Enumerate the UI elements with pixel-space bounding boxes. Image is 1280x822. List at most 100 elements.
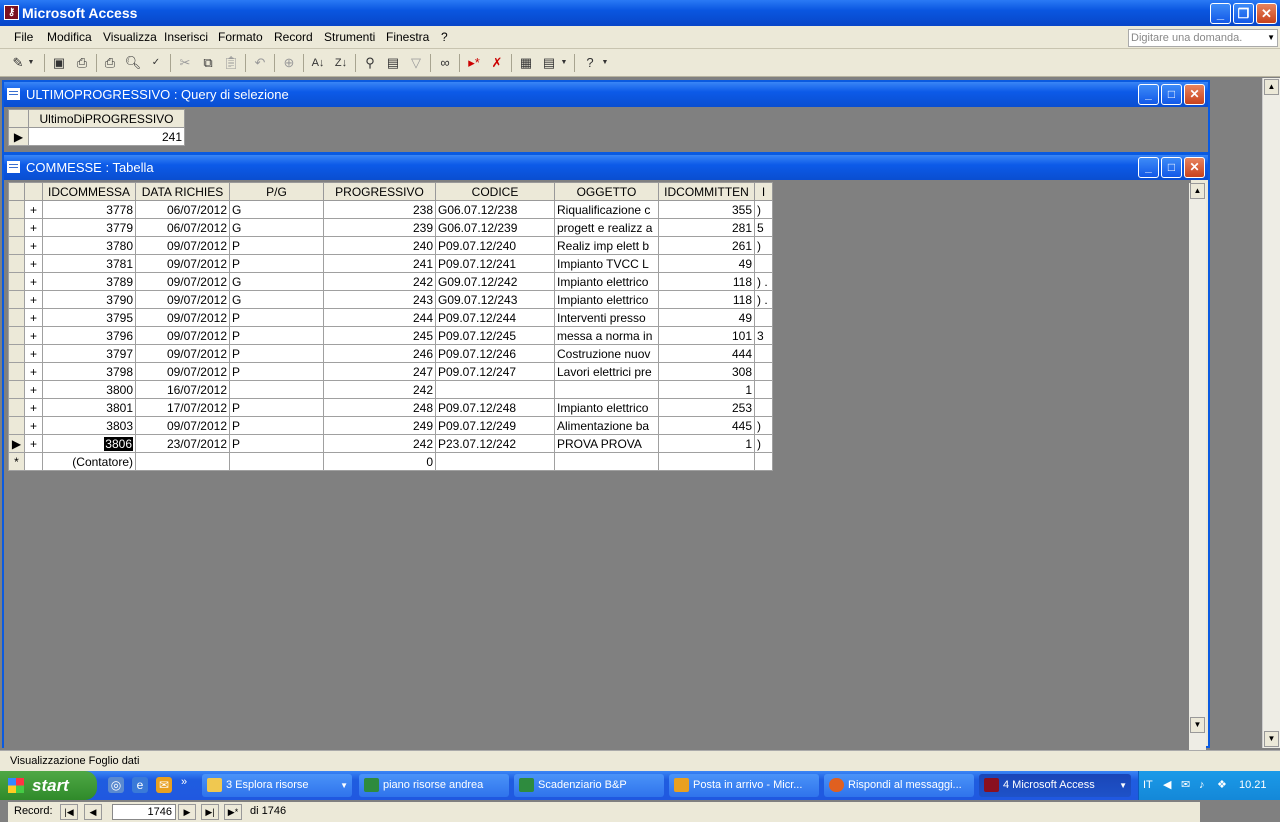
cell-codice[interactable]: P23.07.12/242 [435,434,555,453]
undo-icon[interactable]: ↶ [250,53,270,73]
cell-progressivo[interactable]: 243 [323,290,436,309]
expand-plus-icon[interactable]: + [24,362,43,381]
expand-plus-icon[interactable]: + [24,380,43,399]
cell-idcommessa[interactable]: 3801 [42,398,136,417]
expand-plus-icon[interactable]: + [24,290,43,309]
cell-pg[interactable] [229,380,324,399]
first-record-icon[interactable]: |◀ [60,804,78,820]
expand-plus-icon[interactable]: + [24,308,43,327]
task-outlook[interactable]: Posta in arrivo - Micr... [669,774,819,797]
desktop-icon[interactable]: ◎ [108,777,124,793]
table-row[interactable]: +3780 09/07/2012 P 240 P09.07.12/240 Realiz i… [8,236,773,255]
cell-data-richies[interactable]: 09/07/2012 [135,308,230,327]
cell-codice[interactable]: P09.07.12/248 [435,398,555,417]
cell-data-richies[interactable]: 09/07/2012 [135,326,230,345]
cell-codice[interactable]: P09.07.12/246 [435,344,555,363]
row-selector[interactable] [8,218,25,237]
current-record-input[interactable]: 1746 [112,804,176,820]
cell-idcommessa[interactable]: 3798 [42,362,136,381]
expand-plus-icon[interactable]: + [24,254,43,273]
table-window-title-bar[interactable]: COMMESSE : Tabella _ □ ✕ [4,155,1208,180]
menu-finestra[interactable]: Finestra [386,30,429,44]
column-header-pg[interactable]: P/G [229,182,324,201]
cell-oggetto[interactable]: Impianto elettrico [554,290,659,309]
cell-extra[interactable] [754,452,773,471]
cell-codice[interactable]: P09.07.12/240 [435,236,555,255]
task-firefox[interactable]: Rispondi al messaggi... [824,774,974,797]
cell-oggetto[interactable]: PROVA PROVA [554,434,659,453]
table-row[interactable]: +3803 09/07/2012 P 249 P09.07.12/249 Alimenta… [8,416,773,435]
cell-pg[interactable]: G [229,218,324,237]
menu-formato[interactable]: Formato [218,30,263,44]
cell-pg[interactable]: P [229,308,324,327]
cell-codice[interactable]: G09.07.12/243 [435,290,555,309]
new-record-icon[interactable]: * [8,452,25,471]
row-selector[interactable] [8,326,25,345]
expand-cell[interactable] [24,452,43,471]
previous-record-icon[interactable]: ◀ [84,804,102,820]
cell-progressivo[interactable]: 248 [323,398,436,417]
close-button[interactable]: ✕ [1256,3,1277,24]
cell-oggetto[interactable]: messa a norma in [554,326,659,345]
cell-data-richies[interactable]: 09/07/2012 [135,344,230,363]
task-explorer[interactable]: 3 Esplora risorse ▼ [202,774,352,797]
table-maximize-button[interactable]: □ [1161,157,1182,178]
cell-codice[interactable] [435,380,555,399]
cell-idcommessa[interactable]: 3789 [42,272,136,291]
cell-pg[interactable]: G [229,272,324,291]
table-row[interactable]: +3790 09/07/2012 G 243 G09.07.12/243 Impianto… [8,290,773,309]
cell-idcommessa[interactable]: 3779 [42,218,136,237]
menu-record[interactable]: Record [274,30,313,44]
cell-progressivo[interactable]: 242 [323,380,436,399]
expand-plus-icon[interactable]: + [24,434,43,453]
query-maximize-button[interactable]: □ [1161,84,1182,105]
row-selector[interactable] [8,290,25,309]
cell-idcommessa[interactable]: (Contatore) [42,452,136,471]
cell-progressivo[interactable]: 241 [323,254,436,273]
expand-plus-icon[interactable]: + [24,218,43,237]
new-object-icon[interactable]: ▤ [539,53,559,73]
cell-pg[interactable]: P [229,398,324,417]
cell-oggetto[interactable] [554,380,659,399]
scroll-down-icon[interactable]: ▼ [1190,717,1205,733]
mdi-vertical-scrollbar[interactable]: ▲ ▼ [1262,78,1280,748]
table-row[interactable]: +3798 09/07/2012 P 247 P09.07.12/247 Lavori e… [8,362,773,381]
cell-data-richies[interactable]: 09/07/2012 [135,272,230,291]
cell-oggetto[interactable]: Impianto TVCC L [554,254,659,273]
dropdown-arrow-icon[interactable]: ▼ [600,53,610,73]
query-value-cell[interactable]: 241 [28,127,185,146]
cell-idcommessa[interactable]: 3795 [42,308,136,327]
query-minimize-button[interactable]: _ [1138,84,1159,105]
scroll-down-icon[interactable]: ▼ [1264,731,1279,747]
cell-oggetto[interactable]: Realiz imp elett b [554,236,659,255]
cell-idcommitten[interactable]: 49 [658,254,755,273]
cell-codice[interactable]: P09.07.12/247 [435,362,555,381]
task-excel[interactable]: piano risorse andrea [359,774,509,797]
restore-button[interactable]: ❐ [1233,3,1254,24]
cell-pg[interactable]: P [229,416,324,435]
cell-pg[interactable]: P [229,236,324,255]
expand-plus-icon[interactable]: + [24,200,43,219]
minimize-button[interactable]: _ [1210,3,1231,24]
cell-idcommitten[interactable]: 308 [658,362,755,381]
copy-icon[interactable]: ⧉ [198,53,218,73]
cell-idcommitten[interactable]: 118 [658,272,755,291]
cell-idcommessa[interactable]: 3778 [42,200,136,219]
cell-progressivo[interactable]: 242 [323,434,436,453]
cell-oggetto[interactable]: progett e realizz a [554,218,659,237]
row-selector[interactable] [8,236,25,255]
cell-pg[interactable] [229,452,324,471]
cell-data-richies[interactable]: 16/07/2012 [135,380,230,399]
cell-oggetto[interactable]: Impianto elettrico [554,398,659,417]
cell-data-richies[interactable]: 17/07/2012 [135,398,230,417]
cell-oggetto[interactable]: Interventi presso [554,308,659,327]
scroll-up-icon[interactable]: ▲ [1264,79,1279,95]
column-header-data-richies[interactable]: DATA RICHIES [135,182,230,201]
cell-codice[interactable]: P09.07.12/241 [435,254,555,273]
cell-data-richies[interactable]: 09/07/2012 [135,236,230,255]
outlook-icon[interactable]: ✉ [156,777,172,793]
next-record-icon[interactable]: ▶ [178,804,196,820]
cell-extra[interactable] [754,380,773,399]
column-header-idcommitten[interactable]: IDCOMMITTEN [658,182,755,201]
row-selector[interactable] [8,380,25,399]
